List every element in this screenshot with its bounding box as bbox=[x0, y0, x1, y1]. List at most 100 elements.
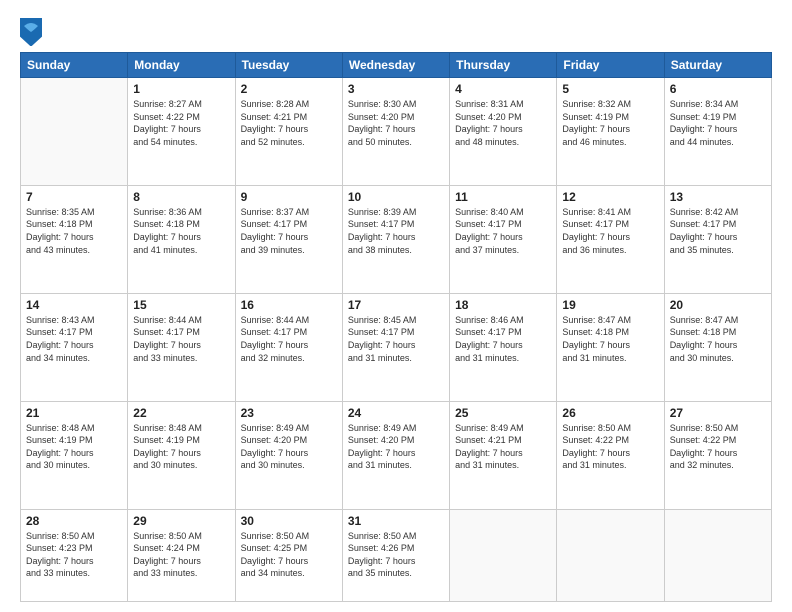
day-number: 24 bbox=[348, 406, 444, 420]
day-info: Sunrise: 8:50 AMSunset: 4:23 PMDaylight:… bbox=[26, 530, 122, 580]
day-info: Sunrise: 8:45 AMSunset: 4:17 PMDaylight:… bbox=[348, 314, 444, 364]
calendar-cell: 21 Sunrise: 8:48 AMSunset: 4:19 PMDayligh… bbox=[21, 401, 128, 509]
day-info: Sunrise: 8:34 AMSunset: 4:19 PMDaylight:… bbox=[670, 98, 766, 148]
day-info: Sunrise: 8:48 AMSunset: 4:19 PMDaylight:… bbox=[26, 422, 122, 472]
calendar-cell bbox=[557, 509, 664, 601]
calendar-cell: 14 Sunrise: 8:43 AMSunset: 4:17 PMDayligh… bbox=[21, 293, 128, 401]
day-info: Sunrise: 8:47 AMSunset: 4:18 PMDaylight:… bbox=[670, 314, 766, 364]
day-info: Sunrise: 8:31 AMSunset: 4:20 PMDaylight:… bbox=[455, 98, 551, 148]
calendar-cell: 10 Sunrise: 8:39 AMSunset: 4:17 PMDayligh… bbox=[342, 185, 449, 293]
day-number: 29 bbox=[133, 514, 229, 528]
weekday-header-friday: Friday bbox=[557, 53, 664, 78]
day-number: 5 bbox=[562, 82, 658, 96]
calendar-cell bbox=[21, 78, 128, 186]
day-number: 7 bbox=[26, 190, 122, 204]
weekday-header-wednesday: Wednesday bbox=[342, 53, 449, 78]
calendar-cell: 4 Sunrise: 8:31 AMSunset: 4:20 PMDaylight… bbox=[450, 78, 557, 186]
calendar-cell: 15 Sunrise: 8:44 AMSunset: 4:17 PMDayligh… bbox=[128, 293, 235, 401]
day-number: 1 bbox=[133, 82, 229, 96]
day-number: 3 bbox=[348, 82, 444, 96]
day-info: Sunrise: 8:50 AMSunset: 4:25 PMDaylight:… bbox=[241, 530, 337, 580]
calendar-cell: 24Sunrise: 8:49 AMSunset: 4:20 PMDayligh… bbox=[342, 401, 449, 509]
day-number: 14 bbox=[26, 298, 122, 312]
calendar-cell bbox=[450, 509, 557, 601]
page: SundayMondayTuesdayWednesdayThursdayFrid… bbox=[0, 0, 792, 612]
day-info: Sunrise: 8:37 AMSunset: 4:17 PMDaylight:… bbox=[241, 206, 337, 256]
calendar-cell: 7 Sunrise: 8:35 AMSunset: 4:18 PMDaylight… bbox=[21, 185, 128, 293]
day-info: Sunrise: 8:43 AMSunset: 4:17 PMDaylight:… bbox=[26, 314, 122, 364]
day-info: Sunrise: 8:44 AMSunset: 4:17 PMDaylight:… bbox=[133, 314, 229, 364]
calendar-cell: 28Sunrise: 8:50 AMSunset: 4:23 PMDayligh… bbox=[21, 509, 128, 601]
week-row-2: 14 Sunrise: 8:43 AMSunset: 4:17 PMDayligh… bbox=[21, 293, 772, 401]
weekday-header-tuesday: Tuesday bbox=[235, 53, 342, 78]
day-info: Sunrise: 8:50 AMSunset: 4:22 PMDaylight:… bbox=[670, 422, 766, 472]
weekday-header-sunday: Sunday bbox=[21, 53, 128, 78]
day-info: Sunrise: 8:50 AMSunset: 4:26 PMDaylight:… bbox=[348, 530, 444, 580]
day-info: Sunrise: 8:36 AMSunset: 4:18 PMDaylight:… bbox=[133, 206, 229, 256]
day-info: Sunrise: 8:50 AMSunset: 4:22 PMDaylight:… bbox=[562, 422, 658, 472]
day-info: Sunrise: 8:41 AMSunset: 4:17 PMDaylight:… bbox=[562, 206, 658, 256]
day-number: 11 bbox=[455, 190, 551, 204]
week-row-4: 28Sunrise: 8:50 AMSunset: 4:23 PMDayligh… bbox=[21, 509, 772, 601]
calendar-cell: 9Sunrise: 8:37 AMSunset: 4:17 PMDaylight… bbox=[235, 185, 342, 293]
week-row-3: 21 Sunrise: 8:48 AMSunset: 4:19 PMDayligh… bbox=[21, 401, 772, 509]
day-number: 4 bbox=[455, 82, 551, 96]
weekday-header-thursday: Thursday bbox=[450, 53, 557, 78]
calendar-cell: 13Sunrise: 8:42 AMSunset: 4:17 PMDayligh… bbox=[664, 185, 771, 293]
day-info: Sunrise: 8:39 AMSunset: 4:17 PMDaylight:… bbox=[348, 206, 444, 256]
day-info: Sunrise: 8:49 AMSunset: 4:21 PMDaylight:… bbox=[455, 422, 551, 472]
calendar-cell: 8 Sunrise: 8:36 AMSunset: 4:18 PMDaylight… bbox=[128, 185, 235, 293]
day-number: 31 bbox=[348, 514, 444, 528]
day-number: 23 bbox=[241, 406, 337, 420]
calendar-cell: 31 Sunrise: 8:50 AMSunset: 4:26 PMDayligh… bbox=[342, 509, 449, 601]
week-row-0: 1 Sunrise: 8:27 AMSunset: 4:22 PMDaylight… bbox=[21, 78, 772, 186]
logo-icon bbox=[20, 18, 42, 46]
day-number: 8 bbox=[133, 190, 229, 204]
calendar-cell: 29 Sunrise: 8:50 AMSunset: 4:24 PMDayligh… bbox=[128, 509, 235, 601]
day-info: Sunrise: 8:46 AMSunset: 4:17 PMDaylight:… bbox=[455, 314, 551, 364]
calendar-cell bbox=[664, 509, 771, 601]
calendar-cell: 30 Sunrise: 8:50 AMSunset: 4:25 PMDayligh… bbox=[235, 509, 342, 601]
day-number: 18 bbox=[455, 298, 551, 312]
calendar-cell: 20 Sunrise: 8:47 AMSunset: 4:18 PMDayligh… bbox=[664, 293, 771, 401]
day-info: Sunrise: 8:44 AMSunset: 4:17 PMDaylight:… bbox=[241, 314, 337, 364]
calendar-cell: 11Sunrise: 8:40 AMSunset: 4:17 PMDayligh… bbox=[450, 185, 557, 293]
calendar-cell: 5 Sunrise: 8:32 AMSunset: 4:19 PMDaylight… bbox=[557, 78, 664, 186]
weekday-header-row: SundayMondayTuesdayWednesdayThursdayFrid… bbox=[21, 53, 772, 78]
day-number: 16 bbox=[241, 298, 337, 312]
day-info: Sunrise: 8:28 AMSunset: 4:21 PMDaylight:… bbox=[241, 98, 337, 148]
header bbox=[20, 18, 772, 46]
calendar-cell: 3Sunrise: 8:30 AMSunset: 4:20 PMDaylight… bbox=[342, 78, 449, 186]
day-number: 26 bbox=[562, 406, 658, 420]
calendar-cell: 18 Sunrise: 8:46 AMSunset: 4:17 PMDayligh… bbox=[450, 293, 557, 401]
day-number: 10 bbox=[348, 190, 444, 204]
day-number: 30 bbox=[241, 514, 337, 528]
day-info: Sunrise: 8:50 AMSunset: 4:24 PMDaylight:… bbox=[133, 530, 229, 580]
day-number: 13 bbox=[670, 190, 766, 204]
calendar-cell: 17 Sunrise: 8:45 AMSunset: 4:17 PMDayligh… bbox=[342, 293, 449, 401]
calendar-cell: 16 Sunrise: 8:44 AMSunset: 4:17 PMDayligh… bbox=[235, 293, 342, 401]
weekday-header-saturday: Saturday bbox=[664, 53, 771, 78]
day-number: 27 bbox=[670, 406, 766, 420]
calendar-cell: 25 Sunrise: 8:49 AMSunset: 4:21 PMDayligh… bbox=[450, 401, 557, 509]
calendar-cell: 2Sunrise: 8:28 AMSunset: 4:21 PMDaylight… bbox=[235, 78, 342, 186]
day-number: 21 bbox=[26, 406, 122, 420]
day-info: Sunrise: 8:47 AMSunset: 4:18 PMDaylight:… bbox=[562, 314, 658, 364]
day-number: 17 bbox=[348, 298, 444, 312]
day-info: Sunrise: 8:35 AMSunset: 4:18 PMDaylight:… bbox=[26, 206, 122, 256]
week-row-1: 7 Sunrise: 8:35 AMSunset: 4:18 PMDaylight… bbox=[21, 185, 772, 293]
calendar-cell: 1 Sunrise: 8:27 AMSunset: 4:22 PMDaylight… bbox=[128, 78, 235, 186]
calendar-cell: 12Sunrise: 8:41 AMSunset: 4:17 PMDayligh… bbox=[557, 185, 664, 293]
day-number: 25 bbox=[455, 406, 551, 420]
calendar: SundayMondayTuesdayWednesdayThursdayFrid… bbox=[20, 52, 772, 602]
calendar-cell: 19Sunrise: 8:47 AMSunset: 4:18 PMDayligh… bbox=[557, 293, 664, 401]
day-info: Sunrise: 8:27 AMSunset: 4:22 PMDaylight:… bbox=[133, 98, 229, 148]
calendar-cell: 27 Sunrise: 8:50 AMSunset: 4:22 PMDayligh… bbox=[664, 401, 771, 509]
day-number: 22 bbox=[133, 406, 229, 420]
logo bbox=[20, 18, 45, 46]
day-info: Sunrise: 8:49 AMSunset: 4:20 PMDaylight:… bbox=[241, 422, 337, 472]
day-number: 20 bbox=[670, 298, 766, 312]
day-number: 15 bbox=[133, 298, 229, 312]
day-info: Sunrise: 8:32 AMSunset: 4:19 PMDaylight:… bbox=[562, 98, 658, 148]
calendar-cell: 26 Sunrise: 8:50 AMSunset: 4:22 PMDayligh… bbox=[557, 401, 664, 509]
